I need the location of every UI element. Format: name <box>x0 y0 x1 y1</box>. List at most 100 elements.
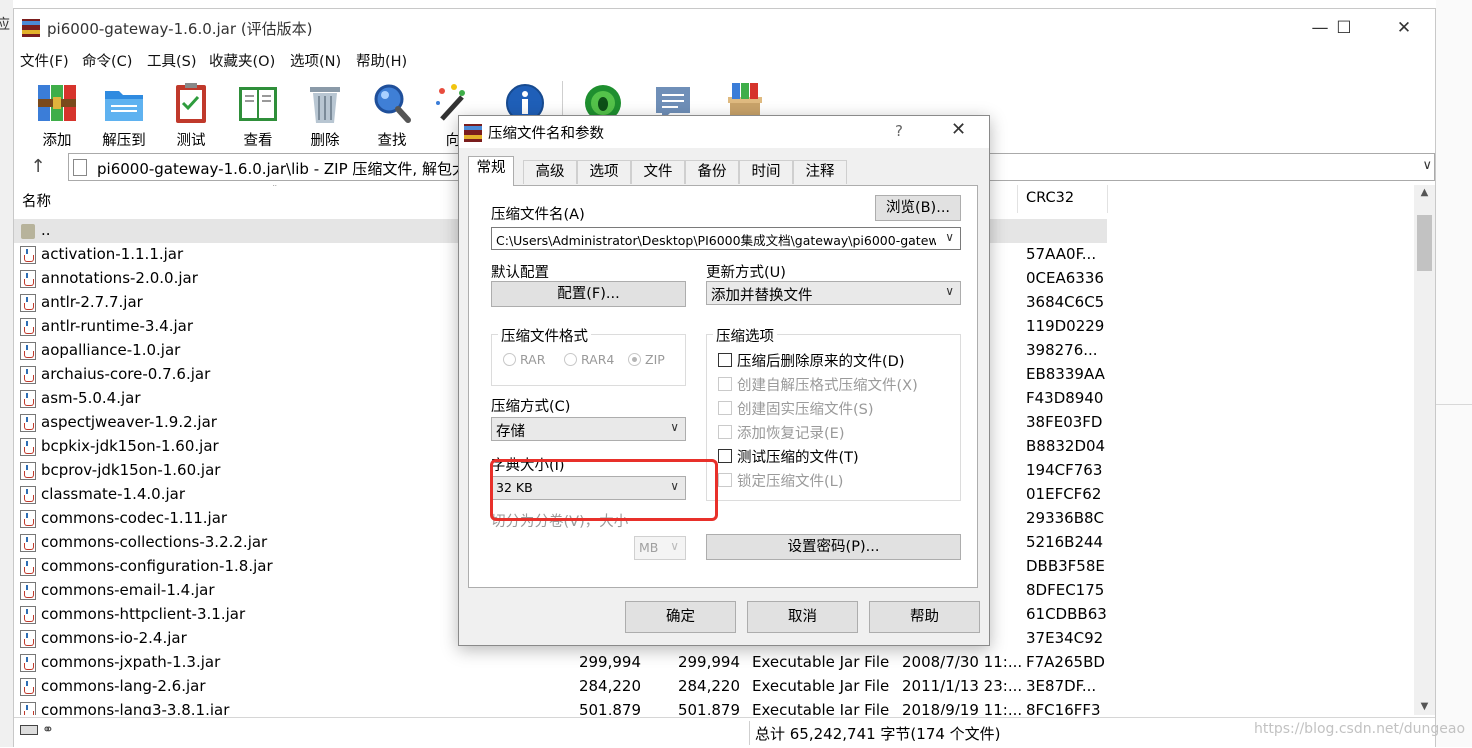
file-crc: 38FE03FD <box>1026 413 1103 431</box>
option-solid-checkbox[interactable] <box>718 401 732 415</box>
dialog-help-button[interactable]: ? <box>895 122 903 140</box>
tab-advanced[interactable]: 高级 <box>523 160 577 184</box>
file-name: aopalliance-1.0.jar <box>41 341 181 359</box>
sort-ascending-icon: ˄ <box>272 185 278 195</box>
profiles-button[interactable]: 配置(F)... <box>491 281 686 307</box>
key-icon: ⚭ <box>42 722 54 738</box>
tab-options[interactable]: 选项 <box>577 160 631 184</box>
format-rar4-radio[interactable] <box>564 353 577 366</box>
option-delete-after-checkbox[interactable] <box>718 353 732 367</box>
tab-general[interactable]: 常规 <box>468 156 514 186</box>
file-crc: DBB3F58E <box>1026 557 1105 575</box>
menu-commands[interactable]: 命令(C) <box>82 50 132 71</box>
file-modified: 2018/9/19 11:... <box>902 701 1023 715</box>
menu-file[interactable]: 文件(F) <box>20 50 69 71</box>
close-button[interactable]: ✕ <box>1381 9 1427 47</box>
up-one-level-button[interactable]: ↑ <box>26 155 50 179</box>
java-file-icon <box>20 462 36 480</box>
maximize-button[interactable]: ☐ <box>1321 9 1367 47</box>
test-button[interactable]: 测试 <box>158 77 224 149</box>
option-recovery-checkbox[interactable] <box>718 425 732 439</box>
delete-button[interactable]: 删除 <box>292 77 358 149</box>
dialog-close-button[interactable]: ✕ <box>951 119 966 140</box>
cancel-button[interactable]: 取消 <box>747 601 858 633</box>
file-crc: F7A265BD <box>1026 653 1105 671</box>
folder-icon <box>21 224 35 239</box>
tab-comment[interactable]: 注释 <box>793 160 847 184</box>
scroll-up-icon[interactable]: ▲ <box>1414 187 1435 198</box>
drive-icon[interactable] <box>20 725 38 735</box>
java-file-icon <box>20 318 36 336</box>
window-title: pi6000-gateway-1.6.0.jar (评估版本) <box>47 20 313 38</box>
file-name: commons-jxpath-1.3.jar <box>41 653 221 671</box>
file-name: commons-email-1.4.jar <box>41 581 215 599</box>
browse-button[interactable]: 浏览(B)... <box>875 195 961 221</box>
update-mode-label: 更新方式(U) <box>706 265 786 281</box>
file-name: commons-io-2.4.jar <box>41 629 187 647</box>
dialog-title-bar[interactable]: 压缩文件名和参数 ? ✕ <box>459 116 989 148</box>
file-row[interactable]: commons-jxpath-1.3.jar 299,994 299,994 Exec… <box>14 651 1414 675</box>
scroll-down-icon[interactable]: ▼ <box>1414 701 1435 712</box>
menu-help[interactable]: 帮助(H) <box>356 50 407 71</box>
chevron-down-icon: ∨ <box>945 284 954 298</box>
help-button[interactable]: 帮助 <box>869 601 980 633</box>
column-header-name[interactable]: 名称 <box>22 190 51 211</box>
menu-favorites[interactable]: 收藏夹(O) <box>209 50 275 71</box>
format-rar-label: RAR <box>520 352 546 367</box>
chevron-down-icon[interactable]: ∨ <box>945 230 954 244</box>
file-crc: 119D0229 <box>1026 317 1105 335</box>
extract-to-button[interactable]: 解压到 <box>91 77 157 149</box>
chevron-down-icon: ∨ <box>670 539 679 553</box>
menu-tools[interactable]: 工具(S) <box>147 50 197 71</box>
file-crc: 01EFCF62 <box>1026 485 1102 503</box>
file-name: aspectjweaver-1.9.2.jar <box>41 413 217 431</box>
file-modified: 2008/7/30 11:... <box>902 653 1023 671</box>
ok-button[interactable]: 确定 <box>625 601 736 633</box>
option-lock-checkbox[interactable] <box>718 473 732 487</box>
menu-options[interactable]: 选项(N) <box>290 50 341 71</box>
vertical-scrollbar[interactable]: ▲ ▼ <box>1414 185 1435 715</box>
format-zip-radio[interactable] <box>628 353 641 366</box>
extract-to-label: 解压到 <box>102 133 146 149</box>
set-password-button[interactable]: 设置密码(P)... <box>706 534 961 560</box>
option-test-checkbox[interactable] <box>718 449 732 463</box>
option-recovery-label: 添加恢复记录(E) <box>737 426 845 442</box>
file-name: archaius-core-0.7.6.jar <box>41 365 211 383</box>
format-zip-label: ZIP <box>645 352 665 367</box>
view-button[interactable]: 查看 <box>225 77 291 149</box>
file-crc: 3684C6C5 <box>1026 293 1105 311</box>
file-size: 501,879 <box>578 701 641 715</box>
option-test-label: 测试压缩的文件(T) <box>737 450 859 466</box>
archive-name-field[interactable]: C:\Users\Administrator\Desktop\PI6000集成文… <box>491 227 961 250</box>
tab-backup[interactable]: 备份 <box>685 160 739 184</box>
scroll-thumb[interactable] <box>1417 215 1432 271</box>
tab-time[interactable]: 时间 <box>739 160 793 184</box>
file-row[interactable]: commons-lang-2.6.jar 284,220 284,220 Execut… <box>14 675 1414 699</box>
format-rar-radio[interactable] <box>503 353 516 366</box>
update-mode-select[interactable]: 添加并替换文件 ∨ <box>706 281 961 305</box>
java-file-icon <box>20 438 36 456</box>
column-header-crc32[interactable]: CRC32 <box>1026 190 1074 206</box>
tab-files[interactable]: 文件 <box>631 160 685 184</box>
magnifier-icon <box>374 84 411 123</box>
file-crc: 61CDBB63 <box>1026 605 1107 623</box>
archive-name-and-parameters-dialog: 压缩文件名和参数 ? ✕ 常规 高级 选项 文件 备份 时间 注释 压缩文件名(… <box>458 115 990 646</box>
title-bar[interactable]: pi6000-gateway-1.6.0.jar (评估版本) — ☐ ✕ <box>14 9 1435 47</box>
option-lock-label: 锁定压缩文件(L) <box>737 474 844 490</box>
find-button[interactable]: 查找 <box>359 77 425 149</box>
option-sfx-checkbox[interactable] <box>718 377 732 391</box>
dialog-title: 压缩文件名和参数 <box>488 126 604 142</box>
java-file-icon <box>20 654 36 672</box>
compression-method-select[interactable]: 存储 ∨ <box>491 417 686 441</box>
java-file-icon <box>20 270 36 288</box>
add-button[interactable]: 添加 <box>24 77 90 149</box>
java-file-icon <box>20 390 36 408</box>
file-row[interactable]: commons-lang3-3.8.1.jar 501,879 501,879 Exe… <box>14 699 1414 715</box>
chevron-down-icon[interactable]: ∨ <box>1422 158 1432 173</box>
split-unit-select[interactable]: MB ∨ <box>634 536 686 560</box>
delete-label: 删除 <box>310 133 340 149</box>
format-rar4-label: RAR4 <box>581 352 615 367</box>
file-name: asm-5.0.4.jar <box>41 389 141 407</box>
file-name: commons-httpclient-3.1.jar <box>41 605 246 623</box>
view-book-icon <box>239 87 277 121</box>
